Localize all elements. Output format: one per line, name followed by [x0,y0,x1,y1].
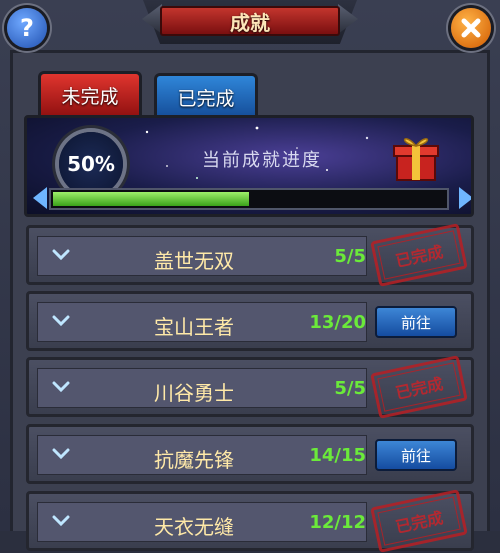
achievement-name: 盖世无双 [154,249,234,273]
progress-percent-text: 50% [67,152,115,176]
progress-panel: 50% 当前成就进度 [24,115,474,217]
achievement-row-panel: 盖世无双 5/5 [37,236,367,276]
achievement-row-panel: 天衣无缝 12/12 [37,502,367,542]
achievement-name: 川谷勇士 [154,381,234,405]
achievement-name: 天衣无缝 [154,515,234,539]
completed-stamp: 已完成 [370,355,468,419]
goto-button[interactable]: 前往 [375,439,457,471]
achievement-progress: 5/5 [334,378,366,399]
achievement-row[interactable]: 宝山王者 13/20 前往 [26,291,474,351]
window-title-text: 成就 [230,10,270,35]
progress-label: 当前成就进度 [202,150,322,171]
completed-stamp: 已完成 [370,489,468,553]
progress-bar [49,188,449,210]
chevron-down-icon[interactable] [52,514,70,528]
achievement-window: 成就 ? 未完成 已完成 50% 当前成就进度 盖世无双 5/5 已完成 宝山王… [0,0,500,553]
achievement-row-panel: 抗魔先锋 14/15 [37,435,367,475]
chevron-down-icon[interactable] [52,248,70,262]
achievement-row[interactable]: 川谷勇士 5/5 已完成 [26,355,474,419]
achievement-row-panel: 川谷勇士 5/5 [37,368,367,408]
achievement-progress: 13/20 [309,312,366,333]
achievement-progress: 12/12 [309,512,366,533]
achievement-progress: 14/15 [309,445,366,466]
goto-button[interactable]: 前往 [375,306,457,338]
tab-completed-label: 已完成 [177,88,235,110]
achievement-row[interactable]: 天衣无缝 12/12 已完成 [26,489,474,553]
achievement-row-panel: 宝山王者 13/20 [37,302,367,342]
achievement-name: 宝山王者 [154,315,234,339]
help-button[interactable]: ? [7,8,47,48]
chevron-down-icon[interactable] [52,447,70,461]
window-title: 成就 [160,6,340,36]
achievement-row[interactable]: 盖世无双 5/5 已完成 [26,223,474,287]
progress-bar-fill [53,192,249,206]
question-icon: ? [20,14,34,42]
chevron-down-icon[interactable] [52,314,70,328]
achievement-row[interactable]: 抗魔先锋 14/15 前往 [26,424,474,484]
close-button[interactable] [451,8,491,48]
tab-incomplete[interactable]: 未完成 [38,71,142,117]
achievement-name: 抗魔先锋 [154,448,234,472]
gift-box-icon[interactable] [389,130,443,184]
progress-percent-badge: 50% [59,132,123,196]
tab-completed[interactable]: 已完成 [154,73,258,119]
achievement-progress: 5/5 [334,246,366,267]
tab-incomplete-label: 未完成 [61,86,119,108]
close-icon [461,18,481,38]
completed-stamp: 已完成 [370,223,468,287]
chevron-down-icon[interactable] [52,380,70,394]
